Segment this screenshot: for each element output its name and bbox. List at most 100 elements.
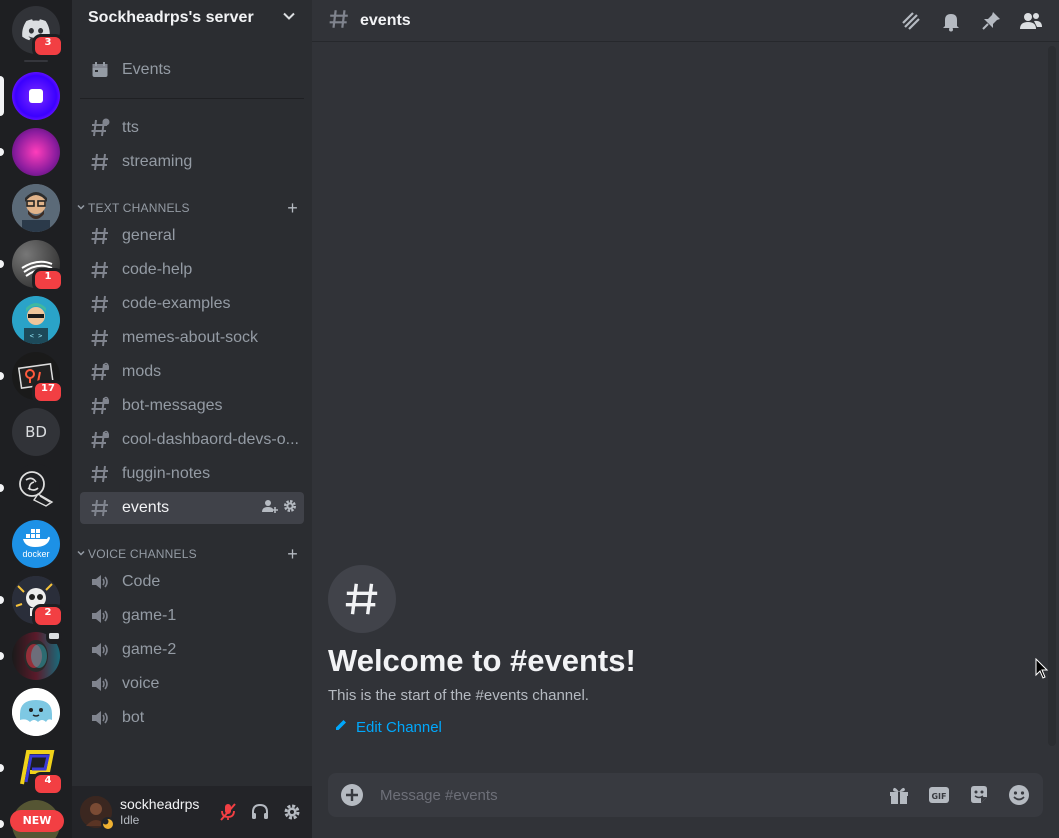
gift-icon[interactable] [887, 783, 911, 807]
settings-gear-icon[interactable] [280, 800, 304, 824]
channel-item[interactable]: fuggin-notes [80, 458, 304, 490]
home-badge: 3 [32, 34, 64, 58]
server-icon[interactable] [0, 630, 62, 680]
svg-text:< >: < > [30, 332, 43, 340]
hashtag-icon [328, 8, 350, 34]
server-icon[interactable] [12, 184, 60, 232]
scrollbar[interactable] [1048, 46, 1056, 746]
channel-title: events [360, 11, 411, 29]
user-status: Idle [120, 813, 140, 827]
voice-channel-item[interactable]: voice [80, 668, 304, 700]
add-channel-icon[interactable]: + [287, 198, 298, 219]
welcome-text: This is the start of the #events channel… [328, 687, 589, 704]
channel-name: memes-about-sock [122, 329, 259, 346]
username: sockheadrps [120, 796, 200, 812]
channel-item[interactable]: memes-about-sock [80, 322, 304, 354]
member-list-icon[interactable] [1019, 9, 1043, 33]
sticker-icon[interactable] [967, 783, 991, 807]
hashtag-icon [88, 496, 112, 520]
channel-streaming[interactable]: streaming [80, 146, 304, 178]
events-link[interactable]: Events [80, 54, 304, 86]
category-text-channels[interactable]: TEXT CHANNELS + [76, 196, 304, 220]
emoji-icon[interactable] [1007, 783, 1031, 807]
channel-item[interactable]: code-help [80, 254, 304, 286]
svg-text:GIF: GIF [931, 792, 946, 801]
channel-item[interactable]: bot-messages [80, 390, 304, 422]
hashtag-lock-icon [88, 394, 112, 418]
server-icon[interactable]: 4 [0, 744, 64, 796]
server-icon-active[interactable] [0, 72, 60, 120]
server-rail: 3 1 < > 17 BD docker 2 4 NEW [0, 0, 72, 838]
channel-name: bot [122, 709, 145, 726]
message-composer: GIF [328, 773, 1043, 817]
speaker-icon [88, 672, 112, 696]
server-icon[interactable]: 1 [0, 240, 64, 292]
rail-divider [24, 60, 48, 62]
threads-icon[interactable] [899, 9, 923, 33]
server-badge: 17 [32, 380, 64, 404]
server-icon-bd[interactable]: BD [12, 408, 60, 456]
hashtag-lock-icon [88, 428, 112, 452]
speaker-icon [88, 570, 112, 594]
voice-channel-item[interactable]: bot [80, 702, 304, 734]
idle-status-icon [101, 817, 115, 831]
avatar[interactable] [80, 796, 115, 831]
add-attachment-icon[interactable] [340, 783, 364, 807]
pin-icon[interactable] [979, 9, 1003, 33]
server-icon[interactable] [12, 688, 60, 736]
voice-channel-item[interactable]: game-2 [80, 634, 304, 666]
new-unreads-badge[interactable]: NEW [10, 810, 64, 832]
gif-icon[interactable]: GIF [927, 783, 951, 807]
events-label: Events [122, 61, 171, 78]
channel-name: general [122, 227, 176, 244]
channel-sidebar: Sockheadrps's server Events tts streamin… [72, 0, 312, 838]
server-name: Sockheadrps's server [88, 9, 254, 26]
channel-name: events [122, 499, 170, 516]
channel-header: events [312, 0, 1059, 42]
add-channel-icon[interactable]: + [287, 544, 298, 565]
channel-name: game-1 [122, 607, 177, 624]
server-icon-docker[interactable]: docker [12, 520, 60, 568]
mute-microphone-icon[interactable] [216, 800, 240, 824]
channel-item[interactable]: general [80, 220, 304, 252]
channel-name: code-help [122, 261, 193, 278]
server-icon[interactable] [0, 128, 60, 176]
hashtag-icon [88, 224, 112, 248]
server-icon[interactable]: 17 [0, 352, 64, 404]
category-label: TEXT CHANNELS [88, 201, 190, 215]
voice-channel-item[interactable]: Code [80, 566, 304, 598]
channel-item[interactable]: mods [80, 356, 304, 388]
channel-name: code-examples [122, 295, 231, 312]
server-badge: 1 [32, 268, 64, 292]
server-icon[interactable]: < > [12, 296, 60, 344]
channel-tts[interactable]: tts [80, 112, 304, 144]
welcome-title: Welcome to #events! [328, 643, 636, 678]
channel-name: mods [122, 363, 162, 380]
speaker-icon [88, 604, 112, 628]
voice-channel-item[interactable]: game-1 [80, 600, 304, 632]
channel-item[interactable]: cool-dashbaord-devs-o... [80, 424, 304, 456]
server-badge: 4 [32, 772, 64, 796]
chevron-down-icon [76, 201, 88, 215]
hashtag-icon [328, 565, 396, 633]
chevron-down-icon [76, 547, 88, 561]
edit-channel-link[interactable]: Edit Channel [334, 718, 636, 736]
server-header[interactable]: Sockheadrps's server [72, 0, 312, 36]
settings-gear-icon[interactable] [282, 498, 298, 519]
headphones-icon[interactable] [248, 800, 272, 824]
channel-name: game-2 [122, 641, 177, 658]
category-voice-channels[interactable]: VOICE CHANNELS + [76, 542, 304, 566]
channel-name: streaming [122, 153, 193, 170]
invite-user-icon[interactable] [262, 498, 278, 519]
home-button[interactable]: 3 [12, 6, 64, 58]
server-initials: BD [12, 408, 60, 456]
docker-label: docker [22, 549, 50, 559]
active-indicator [0, 76, 4, 116]
message-input[interactable] [380, 786, 887, 804]
channel-item[interactable]: code-examples [80, 288, 304, 320]
server-icon[interactable] [0, 464, 60, 512]
channel-item[interactable]: events [80, 492, 304, 524]
notification-bell-icon[interactable] [939, 9, 963, 33]
server-icon[interactable]: 2 [0, 576, 64, 628]
user-info[interactable]: sockheadrps Idle [120, 796, 199, 828]
